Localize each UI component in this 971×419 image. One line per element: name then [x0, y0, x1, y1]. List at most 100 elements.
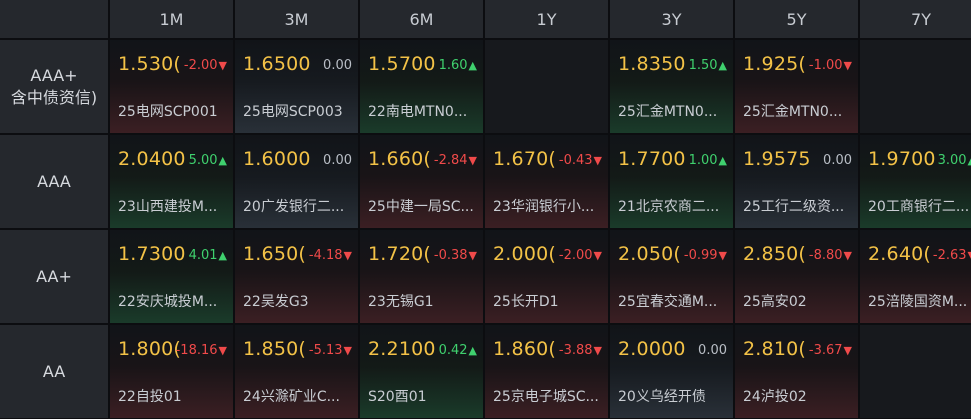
- yield-cell[interactable]: 1.7300 4.01▲ 22安庆城投M...: [110, 230, 233, 323]
- triangle-down-icon: ▼: [343, 249, 352, 262]
- bond-name: 22自投01: [118, 389, 182, 405]
- change-text: -3.67: [808, 343, 843, 358]
- yield-cell[interactable]: 1.7700 1.00▲ 21北京农商二...: [610, 135, 733, 228]
- change-text: -1.00: [808, 58, 843, 73]
- change-value: -3.88▼: [559, 343, 602, 358]
- change-text: -0.99: [683, 248, 718, 263]
- yield-value: 1.5700: [368, 53, 436, 75]
- change-value: -0.38▼: [434, 248, 477, 263]
- change-value: 1.00▲: [689, 153, 727, 168]
- yield-cell[interactable]: 1.8350 1.50▲ 25汇金MTN0...: [610, 40, 733, 133]
- triangle-up-icon: ▲: [218, 249, 227, 262]
- yield-cell[interactable]: 1.720(-0.38▼ 23无锡G1: [360, 230, 483, 323]
- yield-value: 1.9700: [868, 148, 936, 170]
- change-text: -0.38: [433, 248, 468, 263]
- change-text: 0.42: [438, 343, 468, 358]
- yield-value: 2.0400: [118, 148, 186, 170]
- change-value: 4.01▲: [189, 248, 227, 263]
- corner-header: [0, 0, 108, 38]
- yield-cell[interactable]: 1.800(-18.16▼ 22自投01: [110, 325, 233, 418]
- change-value: 0.42▲: [439, 343, 477, 358]
- change-text: -2.00: [558, 248, 593, 263]
- yield-value: 2.2100: [368, 338, 436, 360]
- triangle-up-icon: ▲: [718, 154, 727, 167]
- yield-cell[interactable]: 2.850(-8.80▼ 25高安02: [735, 230, 858, 323]
- change-text: 1.60: [438, 58, 468, 73]
- yield-value: 1.800(: [118, 338, 182, 360]
- yield-cell[interactable]: 1.6500 0.00 25电网SCP003: [235, 40, 358, 133]
- bond-name: 23华润银行小...: [493, 199, 595, 215]
- yield-value: 1.720(: [368, 243, 432, 265]
- yield-matrix: 1M 3M 6M 1Y 3Y 5Y 7Y AAA+ 含中债资信) 1.530(-2…: [0, 0, 971, 419]
- yield-cell[interactable]: 2.0400 5.00▲ 23山西建投M...: [110, 135, 233, 228]
- change-value: 1.60▲: [439, 58, 477, 73]
- col-header-3y: 3Y: [610, 0, 733, 38]
- change-value: 0.00: [323, 153, 352, 168]
- change-text: 1.00: [688, 153, 718, 168]
- yield-value: 1.925(: [743, 53, 807, 75]
- bond-name: 25汇金MTN0...: [743, 104, 843, 120]
- change-value: -2.00▼: [559, 248, 602, 263]
- yield-value: 1.670(: [493, 148, 557, 170]
- triangle-down-icon: ▼: [843, 344, 852, 357]
- bond-name: 25长开D1: [493, 294, 559, 310]
- change-text: 4.01: [188, 248, 218, 263]
- bond-name: 22南电MTN0...: [368, 104, 468, 120]
- yield-cell[interactable]: 2.0000 0.00 20义乌经开债: [610, 325, 733, 418]
- triangle-up-icon: ▲: [468, 59, 477, 72]
- yield-cell[interactable]: 1.530(-2.00▼ 25电网SCP001: [110, 40, 233, 133]
- yield-value: 2.000(: [493, 243, 557, 265]
- yield-value: 1.6000: [243, 148, 311, 170]
- yield-cell[interactable]: 2.2100 0.42▲ S20酉01: [360, 325, 483, 418]
- col-header-7y: 7Y: [860, 0, 971, 38]
- change-value: -0.99▼: [684, 248, 727, 263]
- empty-cell: [860, 40, 971, 133]
- yield-cell[interactable]: 1.670(-0.43▼ 23华润银行小...: [485, 135, 608, 228]
- change-value: -18.16▼: [176, 343, 227, 358]
- yield-cell[interactable]: 1.925(-1.00▼ 25汇金MTN0...: [735, 40, 858, 133]
- yield-value: 2.810(: [743, 338, 807, 360]
- change-text: -2.63: [932, 248, 967, 263]
- yield-cell[interactable]: 2.050(-0.99▼ 25宜春交通M...: [610, 230, 733, 323]
- yield-value: 2.850(: [743, 243, 807, 265]
- yield-cell[interactable]: 2.000(-2.00▼ 25长开D1: [485, 230, 608, 323]
- triangle-up-icon: ▲: [468, 344, 477, 357]
- bond-name: 25宜春交通M...: [618, 294, 718, 310]
- triangle-up-icon: ▲: [968, 154, 971, 167]
- bond-name: 20工商银行二...: [868, 199, 970, 215]
- bond-name: 25涪陵国资M...: [868, 294, 968, 310]
- change-value: -3.67▼: [809, 343, 852, 358]
- change-value: -4.18▼: [309, 248, 352, 263]
- row-label-aaa-plus: AAA+ 含中债资信): [0, 40, 108, 133]
- change-text: 0.00: [823, 153, 852, 168]
- yield-value: 1.650(: [243, 243, 307, 265]
- yield-cell[interactable]: 1.660(-2.84▼ 25中建一局SC...: [360, 135, 483, 228]
- yield-value: 1.8350: [618, 53, 686, 75]
- yield-cell[interactable]: 2.810(-3.67▼ 24泸投02: [735, 325, 858, 418]
- yield-cell[interactable]: 1.9575 0.00 25工行二级资...: [735, 135, 858, 228]
- change-text: 5.00: [188, 153, 218, 168]
- yield-cell[interactable]: 1.860(-3.88▼ 25京电子城SC...: [485, 325, 608, 418]
- change-text: -4.18: [308, 248, 343, 263]
- bond-name: 25汇金MTN0...: [618, 104, 718, 120]
- yield-cell[interactable]: 1.850(-5.13▼ 24兴滁矿业C...: [235, 325, 358, 418]
- col-header-3m: 3M: [235, 0, 358, 38]
- yield-cell[interactable]: 1.97003.00▲ 20工商银行二...: [860, 135, 971, 228]
- change-value: 0.00: [823, 153, 852, 168]
- yield-cell[interactable]: 1.650(-4.18▼ 22吴发G3: [235, 230, 358, 323]
- yield-cell[interactable]: 1.5700 1.60▲ 22南电MTN0...: [360, 40, 483, 133]
- change-value: -5.13▼: [309, 343, 352, 358]
- yield-cell[interactable]: 2.640(-2.63▼ 25涪陵国资M...: [860, 230, 971, 323]
- change-text: -8.80: [808, 248, 843, 263]
- yield-value: 1.530(: [118, 53, 182, 75]
- triangle-up-icon: ▲: [218, 154, 227, 167]
- yield-cell[interactable]: 1.6000 0.00 20广发银行二...: [235, 135, 358, 228]
- change-text: -5.13: [308, 343, 343, 358]
- change-value: 5.00▲: [189, 153, 227, 168]
- yield-value: 1.860(: [493, 338, 557, 360]
- row-label-aa: AA: [0, 325, 108, 418]
- yield-value: 1.850(: [243, 338, 307, 360]
- change-text: -2.84: [433, 153, 468, 168]
- change-value: 0.00: [323, 58, 352, 73]
- change-text: -3.88: [558, 343, 593, 358]
